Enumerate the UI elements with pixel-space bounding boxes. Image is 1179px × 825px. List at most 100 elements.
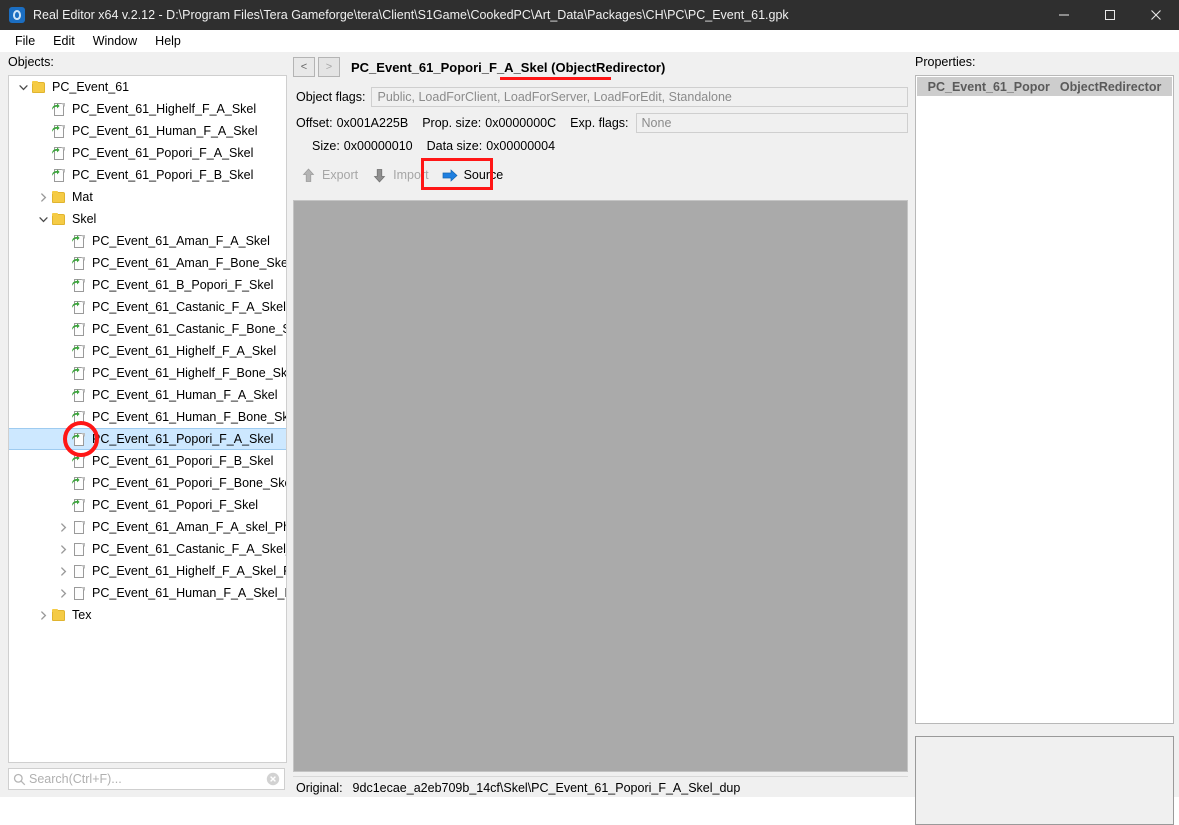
data-size-value: 0x00000004: [486, 139, 556, 153]
tree-item[interactable]: PC_Event_61_Human_F_A_Skel: [9, 120, 286, 142]
tree-item-label: PC_Event_61_Highelf_F_A_Skel_Physics: [92, 564, 286, 578]
property-detail-box: [915, 736, 1174, 825]
tree-item[interactable]: PC_Event_61_Castanic_F_Bone_Skel: [9, 318, 286, 340]
tree-item[interactable]: PC_Event_61_Highelf_F_A_Skel: [9, 340, 286, 362]
tree-item[interactable]: PC_Event_61_Aman_F_A_Skel: [9, 230, 286, 252]
tree-item[interactable]: PC_Event_61_Aman_F_A_skel_Physics: [9, 516, 286, 538]
tree-item[interactable]: PC_Event_61: [9, 76, 286, 98]
folder-icon: [51, 607, 67, 623]
maximize-button[interactable]: [1087, 0, 1133, 30]
export-button[interactable]: Export: [293, 163, 364, 187]
source-right-arrow-icon: [441, 166, 459, 184]
annotation-underline-objectredirector: [500, 76, 611, 80]
object-file-icon: [71, 299, 87, 315]
close-button[interactable]: [1133, 0, 1179, 30]
chevron-right-icon[interactable]: [55, 519, 71, 535]
tree-item[interactable]: PC_Event_61_Popori_F_A_Skel: [9, 142, 286, 164]
tree-item-label: PC_Event_61_Human_F_A_Skel: [72, 124, 258, 138]
object-file-icon: [71, 343, 87, 359]
chevron-right-icon[interactable]: [55, 563, 71, 579]
object-flags-field[interactable]: Public, LoadForClient, LoadForServer, Lo…: [371, 87, 908, 107]
tree-item[interactable]: PC_Event_61_Popori_F_Bone_Skel: [9, 472, 286, 494]
nav-back-button[interactable]: <: [293, 57, 315, 77]
object-flags-label: Object flags:: [296, 90, 366, 104]
tree-item[interactable]: PC_Event_61_B_Popori_F_Skel: [9, 274, 286, 296]
tree-item[interactable]: PC_Event_61_Popori_F_B_Skel: [9, 450, 286, 472]
import-button[interactable]: Import: [364, 163, 434, 187]
tree-item-label: PC_Event_61_Highelf_F_A_Skel: [72, 102, 257, 116]
tree-item[interactable]: PC_Event_61_Highelf_F_A_Skel_Physics: [9, 560, 286, 582]
tree-item[interactable]: PC_Event_61_Highelf_F_Bone_Skel: [9, 362, 286, 384]
menu-item-window[interactable]: Window: [84, 31, 146, 51]
tree-item[interactable]: PC_Event_61_Aman_F_Bone_Skel: [9, 252, 286, 274]
chevron-down-icon[interactable]: [15, 79, 31, 95]
tree-item[interactable]: PC_Event_61_Popori_F_Skel: [9, 494, 286, 516]
clear-search-icon[interactable]: [262, 769, 284, 789]
source-button[interactable]: Source: [435, 163, 510, 187]
properties-header-row[interactable]: PC_Event_61_Popor ObjectRedirector: [917, 77, 1172, 96]
properties-list[interactable]: PC_Event_61_Popor ObjectRedirector: [915, 75, 1174, 724]
size-label: Size:: [312, 139, 340, 153]
object-file-icon: [71, 453, 87, 469]
tree-item-label: PC_Event_61_Castanic_F_Bone_Skel: [92, 322, 287, 336]
objects-panel-label: Objects:: [8, 55, 54, 69]
tree-item-label: PC_Event_61: [52, 80, 130, 94]
tree-item-label: PC_Event_61_Popori_F_A_Skel: [92, 432, 274, 446]
object-file-icon: [71, 321, 87, 337]
folder-icon: [31, 79, 47, 95]
tree-item-label: PC_Event_61_Popori_F_A_Skel: [72, 146, 254, 160]
exp-flags-field[interactable]: None: [635, 113, 908, 133]
tree-item-label: PC_Event_61_Popori_F_Bone_Skel: [92, 476, 287, 490]
tree-item[interactable]: PC_Event_61_Popori_F_A_Skel: [9, 421, 286, 457]
object-toolbar: Export Import Source: [293, 158, 908, 190]
tree-item[interactable]: Tex: [9, 604, 286, 626]
menu-item-help[interactable]: Help: [146, 31, 190, 51]
chevron-right-icon[interactable]: [55, 585, 71, 601]
import-down-arrow-icon: [370, 166, 388, 184]
tree-item[interactable]: PC_Event_61_Human_F_A_Skel: [9, 384, 286, 406]
tree-item[interactable]: Mat: [9, 186, 286, 208]
chevron-down-icon[interactable]: [35, 211, 51, 227]
tree-item[interactable]: PC_Event_61_Castanic_F_A_Skel_Physics: [9, 538, 286, 560]
menu-item-edit[interactable]: Edit: [44, 31, 84, 51]
object-file-icon: [51, 145, 67, 161]
size-value: 0x00000010: [343, 139, 413, 153]
tree-item-label: PC_Event_61_Human_F_A_Skel_Physics: [92, 586, 286, 600]
tree-item-label: PC_Event_61_Popori_F_Skel: [92, 498, 259, 512]
tree-item[interactable]: PC_Event_61_Highelf_F_A_Skel: [9, 98, 286, 120]
chevron-right-icon[interactable]: [35, 189, 51, 205]
tree-item[interactable]: PC_Event_61_Castanic_F_A_Skel: [9, 296, 286, 318]
tree-item-label: PC_Event_61_Human_F_Bone_Skel: [92, 410, 287, 424]
nav-forward-button[interactable]: >: [318, 57, 340, 77]
search-box[interactable]: Search(Ctrl+F)...: [8, 768, 285, 790]
tree-item[interactable]: PC_Event_61_Popori_F_B_Skel: [9, 164, 286, 186]
minimize-button[interactable]: [1041, 0, 1087, 30]
object-viewport: [293, 200, 908, 772]
tree-item[interactable]: Skel: [9, 208, 286, 230]
objects-tree[interactable]: PC_Event_61 PC_Event_61_Highelf_F_A_Skel P…: [8, 75, 287, 763]
search-icon: [9, 769, 29, 789]
chevron-right-icon[interactable]: [55, 541, 71, 557]
export-label: Export: [322, 168, 359, 182]
tree-item[interactable]: PC_Event_61_Human_F_Bone_Skel: [9, 406, 286, 428]
object-file-icon: [51, 123, 67, 139]
offset-value: 0x001A225B: [336, 116, 409, 130]
tree-item-label: Skel: [72, 212, 97, 226]
menu-item-file[interactable]: File: [6, 31, 44, 51]
object-file-icon: [71, 475, 87, 491]
search-input[interactable]: Search(Ctrl+F)...: [29, 772, 262, 786]
chevron-right-icon[interactable]: [35, 607, 51, 623]
tree-item[interactable]: PC_Event_61_Human_F_A_Skel_Physics: [9, 582, 286, 604]
object-file-icon: [71, 387, 87, 403]
folder-icon: [51, 189, 67, 205]
tree-item-label: PC_Event_61_Highelf_F_A_Skel: [92, 344, 277, 358]
original-value: 9dc1ecae_a2eb709b_14cf\Skel\PC_Event_61_…: [352, 780, 741, 795]
